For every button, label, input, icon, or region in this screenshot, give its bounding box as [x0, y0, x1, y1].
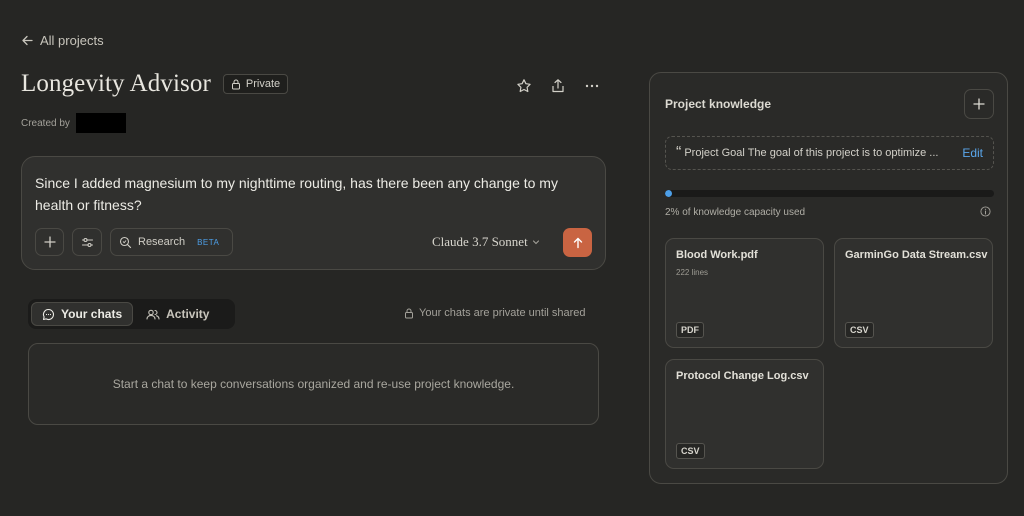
- more-options-button[interactable]: [582, 76, 602, 96]
- chat-tabs: Your chats Activity: [28, 299, 235, 329]
- page-title: Longevity Advisor: [21, 70, 211, 97]
- plus-icon: [973, 98, 985, 110]
- capacity-fill: [665, 190, 672, 197]
- tab-your-chats[interactable]: Your chats: [31, 302, 134, 326]
- visibility-badge: Private: [222, 74, 289, 94]
- arrow-up-icon: [572, 237, 584, 249]
- tools-button[interactable]: [72, 228, 102, 256]
- tab-your-chats-label: Your chats: [61, 307, 123, 321]
- add-knowledge-button[interactable]: [964, 89, 994, 119]
- project-actions: [514, 76, 602, 96]
- research-search-icon: [119, 236, 132, 249]
- attach-button[interactable]: [35, 228, 64, 256]
- star-icon: [516, 78, 532, 94]
- research-label: Research: [138, 236, 186, 248]
- info-icon[interactable]: [980, 206, 991, 217]
- file-type-badge: PDF: [676, 322, 704, 338]
- chats-empty-state: Start a chat to keep conversations organ…: [28, 343, 599, 425]
- file-card[interactable]: Protocol Change Log.csv CSV: [665, 359, 824, 469]
- star-button[interactable]: [514, 76, 534, 96]
- redacted-author: [75, 113, 126, 133]
- knowledge-title: Project knowledge: [665, 97, 772, 111]
- empty-state-message: Start a chat to keep conversations organ…: [112, 377, 515, 391]
- sliders-icon: [81, 236, 94, 249]
- share-button[interactable]: [548, 76, 568, 96]
- quote-icon: “: [676, 144, 682, 161]
- private-note-text: Your chats are private until shared: [419, 307, 586, 319]
- project-goal-text: Project Goal The goal of this project is…: [684, 147, 939, 159]
- chevron-down-icon: [531, 237, 541, 247]
- message-composer[interactable]: Since I added magnesium to my nighttime …: [21, 156, 606, 270]
- created-by-label: Created by: [21, 117, 70, 129]
- arrow-left-icon: [21, 34, 34, 47]
- project-goal[interactable]: “ Project Goal The goal of this project …: [665, 136, 994, 170]
- research-button[interactable]: Research BETA: [110, 228, 233, 256]
- file-name: Protocol Change Log.csv: [676, 370, 809, 382]
- file-card[interactable]: Blood Work.pdf 222 lines PDF: [665, 238, 824, 348]
- file-type-badge: CSV: [845, 322, 874, 338]
- all-projects-link[interactable]: All projects: [21, 33, 104, 48]
- capacity-label: 2% of knowledge capacity used: [665, 207, 806, 218]
- edit-goal-link[interactable]: Edit: [962, 146, 983, 160]
- composer-input[interactable]: Since I added magnesium to my nighttime …: [35, 172, 595, 216]
- created-by: Created by: [21, 113, 126, 133]
- tab-activity-label: Activity: [166, 307, 210, 321]
- lock-icon: [404, 308, 414, 319]
- plus-icon: [43, 236, 56, 248]
- visibility-label: Private: [245, 78, 281, 90]
- ellipsis-icon: [584, 78, 600, 94]
- tab-activity[interactable]: Activity: [136, 302, 219, 326]
- lock-icon: [231, 79, 241, 90]
- file-meta: 222 lines: [676, 268, 709, 277]
- project-header: Longevity Advisor Private: [21, 70, 289, 98]
- model-label: Claude 3.7 Sonnet: [432, 234, 528, 249]
- people-icon: [146, 308, 160, 321]
- file-type-badge: CSV: [676, 443, 705, 459]
- share-icon: [550, 78, 566, 94]
- file-name: GarminGo Data Stream.csv: [845, 249, 988, 261]
- model-selector[interactable]: Claude 3.7 Sonnet: [432, 234, 541, 250]
- file-card[interactable]: GarminGo Data Stream.csv CSV: [834, 238, 993, 348]
- chats-private-note: Your chats are private until shared: [404, 307, 586, 319]
- send-button[interactable]: [563, 228, 592, 257]
- chat-bubble-icon: [42, 308, 55, 321]
- beta-badge: BETA: [197, 237, 220, 247]
- file-name: Blood Work.pdf: [676, 249, 758, 261]
- capacity-bar: [665, 190, 994, 197]
- all-projects-label: All projects: [40, 33, 104, 48]
- project-knowledge-panel: Project knowledge “ Project Goal The goa…: [649, 72, 1008, 484]
